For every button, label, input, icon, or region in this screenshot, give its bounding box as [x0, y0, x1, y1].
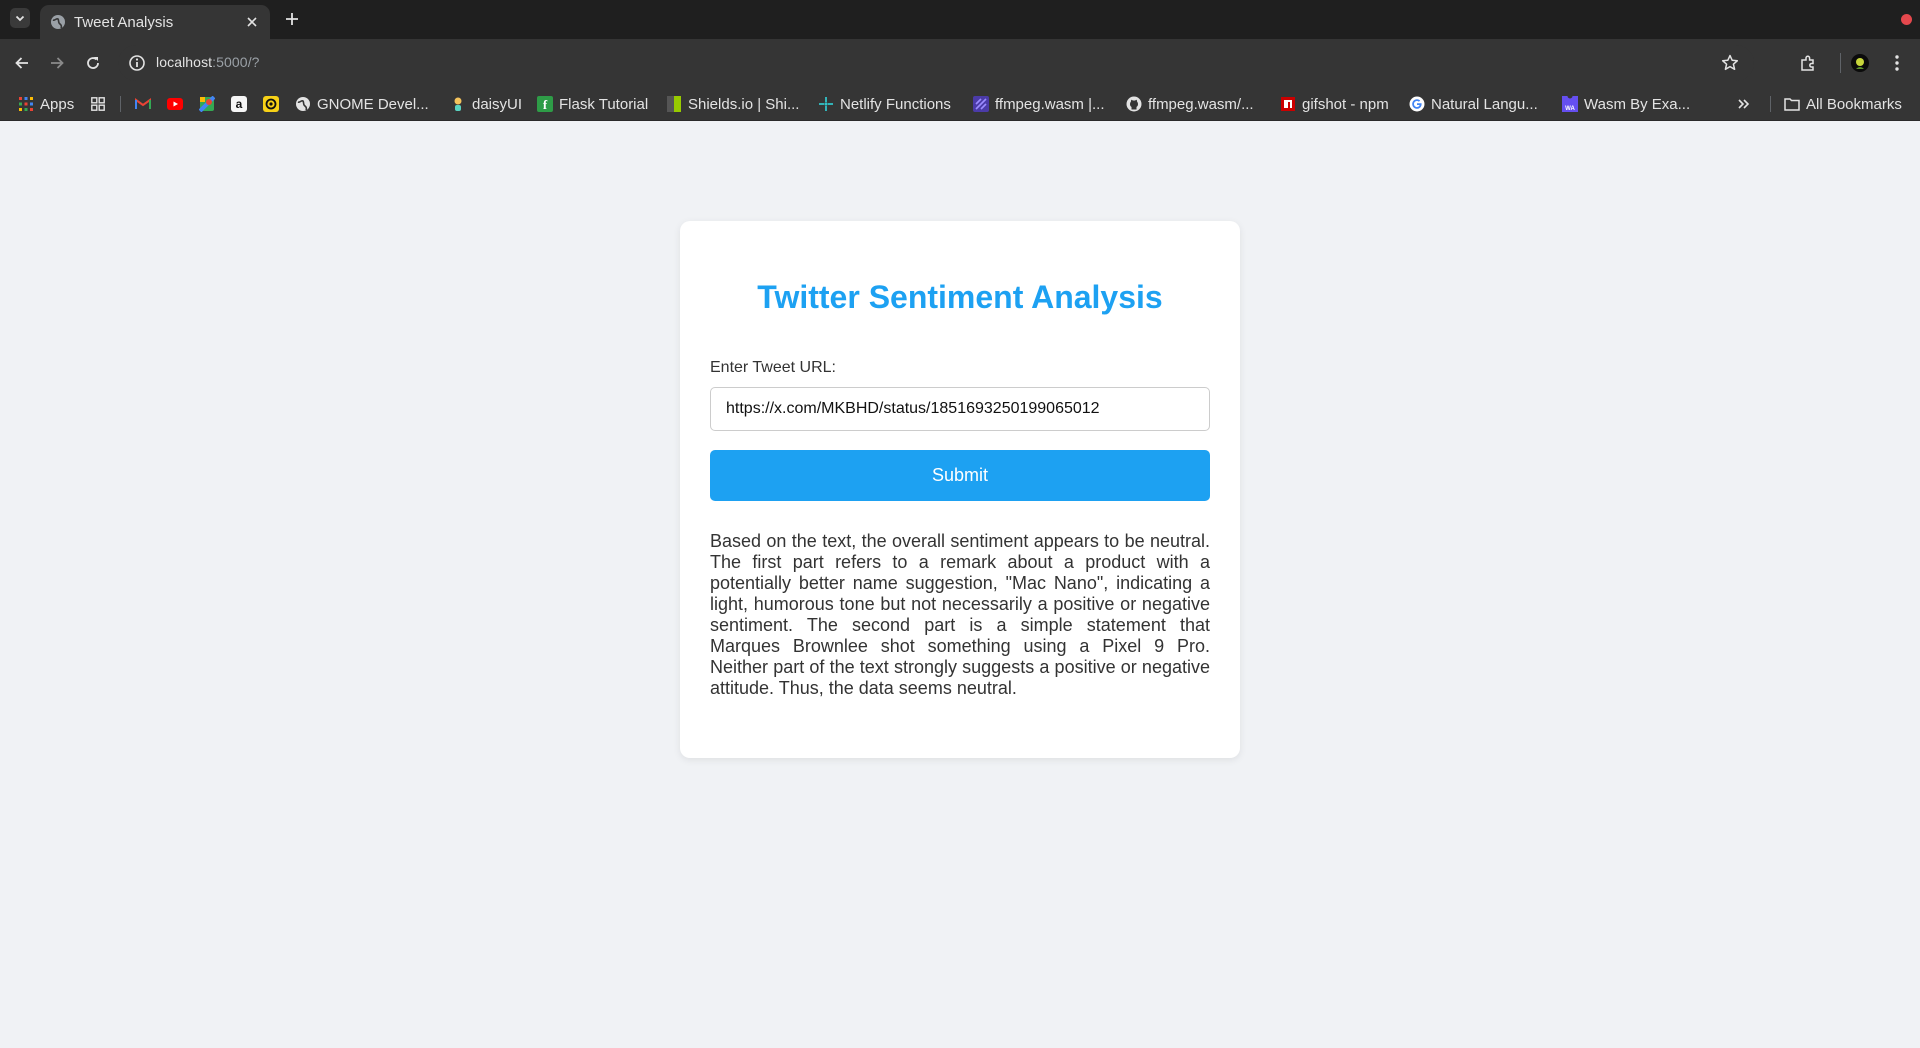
all-bookmarks-folder[interactable]: All Bookmarks — [1784, 93, 1902, 115]
shields-icon — [666, 96, 682, 112]
reload-icon[interactable] — [82, 52, 104, 74]
bookmark-label: gifshot - npm — [1302, 95, 1389, 113]
bookmark-apps[interactable]: Apps — [18, 93, 74, 115]
svg-text:f: f — [543, 97, 548, 112]
svg-text:WA: WA — [1565, 106, 1575, 112]
amazon-icon: a — [231, 96, 247, 112]
globe-icon — [50, 14, 66, 30]
recording-indicator-icon — [1901, 14, 1912, 25]
daisyui-icon — [450, 96, 466, 112]
bookmark-netlify[interactable]: Netlify Functions — [818, 93, 951, 115]
bookmark-label: Shields.io | Shi... — [688, 95, 800, 113]
bookmark-maps[interactable] — [199, 93, 221, 115]
bookmark-label: ffmpeg.wasm |... — [995, 95, 1105, 113]
forward-arrow-icon[interactable] — [46, 52, 68, 74]
tab-groups-icon — [90, 96, 106, 112]
apps-grid-icon — [18, 96, 34, 112]
sentiment-result-text: Based on the text, the overall sentiment… — [710, 531, 1210, 698]
bookmark-star-icon[interactable] — [1720, 53, 1740, 73]
bookmark-label: ffmpeg.wasm/... — [1148, 95, 1254, 113]
bookmark-separator — [1770, 96, 1771, 112]
npm-icon — [1280, 96, 1296, 112]
bookmark-tab-groups[interactable] — [90, 93, 112, 115]
bookmark-label: daisyUI — [472, 95, 523, 113]
svg-text:a: a — [236, 97, 243, 111]
tab-active[interactable]: Tweet Analysis — [40, 5, 270, 39]
ffmpeg-icon — [973, 96, 989, 112]
bookmark-label: Netlify Functions — [840, 95, 951, 113]
bookmark-app-icon — [263, 96, 279, 112]
bookmark-ffmpeg-wasm[interactable]: ffmpeg.wasm |... — [973, 93, 1105, 115]
profile-avatar-icon[interactable] — [1849, 52, 1871, 74]
google-icon — [1409, 96, 1425, 112]
wasm-icon: WA — [1562, 96, 1578, 112]
extensions-puzzle-icon[interactable] — [1797, 52, 1819, 74]
bookmarks-overflow-chevron-icon[interactable] — [1737, 93, 1751, 115]
bookmarks-bar: Apps a GNOME Devel... daisyUI f Flask Tu… — [0, 87, 1920, 121]
globe-icon — [295, 96, 311, 112]
back-arrow-icon[interactable] — [11, 52, 33, 74]
bookmark-label: Wasm By Exa... — [1584, 95, 1691, 113]
flask-icon: f — [537, 96, 553, 112]
new-tab-plus-icon[interactable] — [282, 9, 302, 29]
sentiment-card: Twitter Sentiment Analysis Enter Tweet U… — [680, 221, 1240, 758]
url-text: localhost:5000/? — [156, 54, 260, 70]
bookmark-gnome-devel[interactable]: GNOME Devel... — [295, 93, 429, 115]
gmail-icon — [135, 96, 151, 112]
bookmark-daisyui[interactable]: daisyUI — [450, 93, 522, 115]
bookmark-separator — [120, 96, 121, 112]
bookmark-gmail[interactable] — [135, 93, 157, 115]
bookmark-wasm-by-example[interactable]: WA Wasm By Exa... — [1562, 93, 1690, 115]
bookmark-youtube[interactable] — [167, 93, 189, 115]
address-bar[interactable]: localhost:5000/? — [118, 45, 1754, 81]
submit-button[interactable]: Submit — [710, 450, 1210, 501]
folder-icon — [1784, 96, 1800, 112]
site-info-icon[interactable] — [128, 54, 146, 72]
kebab-menu-icon[interactable] — [1886, 52, 1908, 74]
bookmark-label: All Bookmarks — [1806, 95, 1902, 113]
browser-toolbar: localhost:5000/? — [0, 39, 1920, 87]
netlify-icon — [818, 96, 834, 112]
url-path: :5000/? — [212, 54, 260, 70]
tab-search-chevron-icon[interactable] — [10, 8, 30, 28]
page-title: Twitter Sentiment Analysis — [757, 279, 1163, 315]
bookmark-gifshot-npm[interactable]: gifshot - npm — [1280, 93, 1389, 115]
bookmark-label: GNOME Devel... — [317, 95, 429, 113]
bookmark-app[interactable] — [263, 93, 285, 115]
bookmark-label: Natural Langu... — [1431, 95, 1538, 113]
maps-icon — [199, 96, 215, 112]
bookmark-natural-language[interactable]: Natural Langu... — [1409, 93, 1538, 115]
bookmark-label: Flask Tutorial — [559, 95, 649, 113]
close-tab-icon[interactable] — [242, 12, 262, 32]
tab-title: Tweet Analysis — [74, 13, 174, 31]
youtube-icon — [167, 96, 183, 112]
bookmark-label: Apps — [40, 95, 75, 113]
github-icon — [1126, 96, 1142, 112]
tweet-url-label: Enter Tweet URL: — [710, 359, 836, 376]
bookmark-amazon[interactable]: a — [231, 93, 253, 115]
bookmark-ffmpeg-github[interactable]: ffmpeg.wasm/... — [1126, 93, 1254, 115]
url-host: localhost — [156, 54, 213, 70]
bookmark-shields[interactable]: Shields.io | Shi... — [666, 93, 799, 115]
tab-strip: Tweet Analysis — [0, 0, 1920, 39]
bookmark-flask-tutorial[interactable]: f Flask Tutorial — [537, 93, 648, 115]
tweet-url-input[interactable] — [710, 387, 1210, 431]
